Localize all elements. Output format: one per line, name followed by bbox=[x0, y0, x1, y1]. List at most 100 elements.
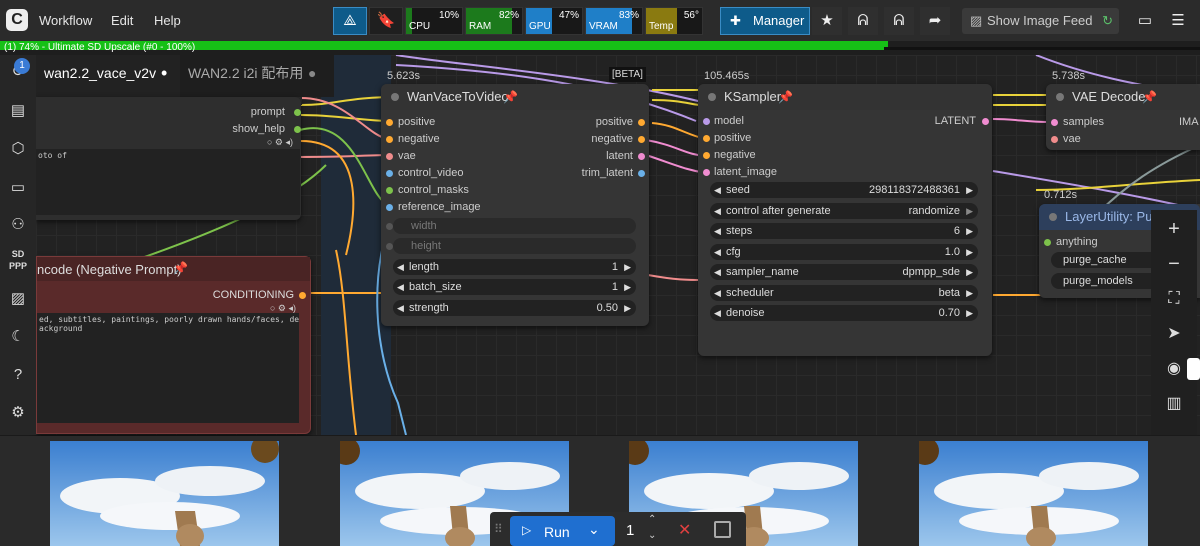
output-show-help-dot[interactable] bbox=[294, 126, 301, 133]
menu-edit[interactable]: Edit bbox=[111, 13, 133, 28]
strength-widget[interactable]: ◀ strength 0.50 ▶ bbox=[393, 300, 636, 316]
increment-icon[interactable]: ▶ bbox=[624, 279, 631, 295]
model-download-icon[interactable]: ᕱ bbox=[884, 7, 914, 35]
tab-wan2-2-i2i[interactable]: WAN2.2 i2i 配布用 ● bbox=[180, 55, 334, 97]
output-trim-latent-dot[interactable] bbox=[638, 170, 645, 177]
output-positive-dot[interactable] bbox=[638, 119, 645, 126]
zoom-in-icon[interactable]: + bbox=[1164, 219, 1184, 239]
length-widget[interactable]: ◀ length 1 ▶ bbox=[393, 259, 636, 275]
input-negative-dot[interactable] bbox=[386, 136, 393, 143]
drag-handle-icon[interactable]: ⠿ bbox=[494, 522, 503, 536]
help-icon[interactable]: ? bbox=[9, 366, 27, 384]
decrement-icon[interactable]: ◀ bbox=[714, 182, 721, 198]
input-control-masks-dot[interactable] bbox=[386, 187, 393, 194]
decrement-icon[interactable]: ◀ bbox=[397, 300, 404, 316]
input-control-video-dot[interactable] bbox=[386, 170, 393, 177]
workflows-folder-icon[interactable]: ▭ bbox=[9, 179, 27, 197]
model-manager-icon[interactable]: ᕱ bbox=[848, 7, 878, 35]
increment-icon[interactable]: ▶ bbox=[966, 244, 973, 260]
seed-widget[interactable]: ◀ seed 298118372488361 ▶ bbox=[710, 182, 978, 198]
cancel-close-icon[interactable]: ✕ bbox=[678, 520, 691, 540]
decrement-icon[interactable]: ◀ bbox=[714, 285, 721, 301]
decrement-icon[interactable]: ◀ bbox=[397, 279, 404, 295]
prompt-textarea[interactable]: oto of bbox=[36, 149, 300, 215]
menu-help[interactable]: Help bbox=[154, 13, 181, 28]
input-negative-dot[interactable] bbox=[703, 152, 710, 159]
wan-vace-to-video-node[interactable]: WanVaceToVideo 📌 positive negative vae c… bbox=[381, 84, 649, 326]
bookmark-icon[interactable]: 🔖 bbox=[369, 7, 403, 35]
increment-icon[interactable]: ▶ bbox=[624, 259, 631, 275]
batch-size-widget[interactable]: ◀ batch_size 1 ▶ bbox=[393, 279, 636, 295]
input-positive-dot[interactable] bbox=[386, 119, 393, 126]
increment-icon[interactable]: ▶ bbox=[624, 300, 631, 316]
manager-button[interactable]: ✚ Manager bbox=[720, 7, 810, 35]
input-vae-dot[interactable] bbox=[386, 153, 393, 160]
input-samples-dot[interactable] bbox=[1051, 119, 1058, 126]
decrement-icon[interactable]: ◀ bbox=[714, 305, 721, 321]
feed-image-4[interactable] bbox=[919, 441, 1148, 546]
increment-icon[interactable]: ▶ bbox=[966, 285, 973, 301]
input-reference-image-dot[interactable] bbox=[386, 204, 393, 211]
theme-moon-icon[interactable]: ☾ bbox=[9, 328, 27, 346]
input-anything-dot[interactable] bbox=[1044, 239, 1051, 246]
toggle-visibility-eye-icon[interactable]: ◉ bbox=[1164, 359, 1184, 379]
output-negative-dot[interactable] bbox=[638, 136, 645, 143]
model-library-icon[interactable]: ⬡ bbox=[9, 140, 27, 158]
decrement-chevron-down-icon[interactable]: ⌄ bbox=[648, 530, 656, 541]
run-button[interactable]: Run bbox=[544, 524, 570, 540]
increment-icon[interactable]: ▶ bbox=[966, 305, 973, 321]
negative-prompt-node[interactable]: ncode (Negative Prompt) 📌 CONDITIONING ○… bbox=[36, 256, 311, 434]
node-control-icons[interactable]: ○ ⚙ ◂) bbox=[267, 137, 293, 148]
increment-icon[interactable]: ▶ bbox=[966, 223, 973, 239]
negative-prompt-textarea[interactable]: ed, subtitles, paintings, poorly drawn h… bbox=[37, 313, 299, 423]
batch-count-input[interactable]: 1 bbox=[626, 522, 634, 539]
input-latent-image-dot[interactable] bbox=[703, 169, 710, 176]
side-widget-icon[interactable] bbox=[1187, 358, 1200, 380]
show-image-feed-button[interactable]: ▨ Show Image Feed ↻ bbox=[962, 8, 1119, 34]
output-prompt-dot[interactable] bbox=[294, 109, 301, 116]
crystools-icon[interactable]: ⟁ bbox=[333, 7, 367, 35]
output-conditioning-dot[interactable] bbox=[299, 292, 306, 299]
cfg-widget[interactable]: ◀ cfg 1.0 ▶ bbox=[710, 244, 978, 260]
wan-node-header[interactable]: WanVaceToVideo 📌 bbox=[381, 84, 649, 110]
star-icon[interactable]: ★ bbox=[812, 7, 842, 35]
input-model-dot[interactable] bbox=[703, 118, 710, 125]
prompt-text-node[interactable]: prompt show_help ○ ⚙ ◂) oto of bbox=[36, 97, 301, 220]
comfy-logo[interactable]: C bbox=[6, 9, 28, 31]
decrement-icon[interactable]: ◀ bbox=[714, 264, 721, 280]
input-positive-dot[interactable] bbox=[703, 135, 710, 142]
run-mode-chevron-down-icon[interactable]: ⌄ bbox=[588, 521, 600, 538]
settings-gear-icon[interactable]: ⚙ bbox=[9, 404, 27, 422]
increment-chevron-up-icon[interactable]: ⌃ bbox=[648, 514, 656, 525]
fit-view-icon[interactable]: ⛶ bbox=[1164, 289, 1184, 309]
tab-wan2-2-vace-v2v[interactable]: wan2.2_vace_v2v • bbox=[36, 55, 184, 99]
scheduler-widget[interactable]: ◀ scheduler beta ▶ bbox=[710, 285, 978, 301]
vae-decode-node[interactable]: VAE Decode 📌 samples vae IMA bbox=[1046, 84, 1200, 150]
menu-workflow[interactable]: Workflow bbox=[39, 13, 92, 28]
decrement-icon[interactable]: ◀ bbox=[714, 223, 721, 239]
denoise-widget[interactable]: ◀ denoise 0.70 ▶ bbox=[710, 305, 978, 321]
ksampler-header[interactable]: KSampler 📌 bbox=[698, 84, 992, 110]
increment-icon[interactable]: ▶ bbox=[966, 264, 973, 280]
minimap-icon[interactable]: ▥ bbox=[1164, 394, 1184, 414]
zoom-out-icon[interactable]: − bbox=[1164, 254, 1184, 274]
output-latent-dot[interactable] bbox=[982, 118, 989, 125]
output-latent-dot[interactable] bbox=[638, 153, 645, 160]
steps-widget[interactable]: ◀ steps 6 ▶ bbox=[710, 223, 978, 239]
stop-square-icon[interactable] bbox=[714, 521, 731, 538]
feed-image-1[interactable] bbox=[50, 441, 279, 546]
decrement-icon[interactable]: ◀ bbox=[714, 203, 721, 219]
increment-icon[interactable]: ▶ bbox=[966, 182, 973, 198]
sampler-name-widget[interactable]: ◀ sampler_name dpmpp_sde ▶ bbox=[710, 264, 978, 280]
node-library-icon[interactable]: ▤ bbox=[9, 102, 27, 120]
vae-decode-header[interactable]: VAE Decode 📌 bbox=[1046, 84, 1200, 110]
sd-ppp-icon[interactable]: SD PPP bbox=[4, 248, 32, 276]
control-after-generate-widget[interactable]: ◀ control after generate randomize ▶ bbox=[710, 203, 978, 219]
input-vae-dot[interactable] bbox=[1051, 136, 1058, 143]
image-gallery-icon[interactable]: ▨ bbox=[9, 290, 27, 308]
node-map-icon[interactable]: ⚇ bbox=[9, 216, 27, 234]
decrement-icon[interactable]: ◀ bbox=[397, 259, 404, 275]
increment-icon[interactable]: ▶ bbox=[966, 203, 973, 219]
select-cursor-icon[interactable]: ➤ bbox=[1164, 324, 1184, 344]
ksampler-node[interactable]: KSampler 📌 model positive negative laten… bbox=[698, 84, 992, 356]
